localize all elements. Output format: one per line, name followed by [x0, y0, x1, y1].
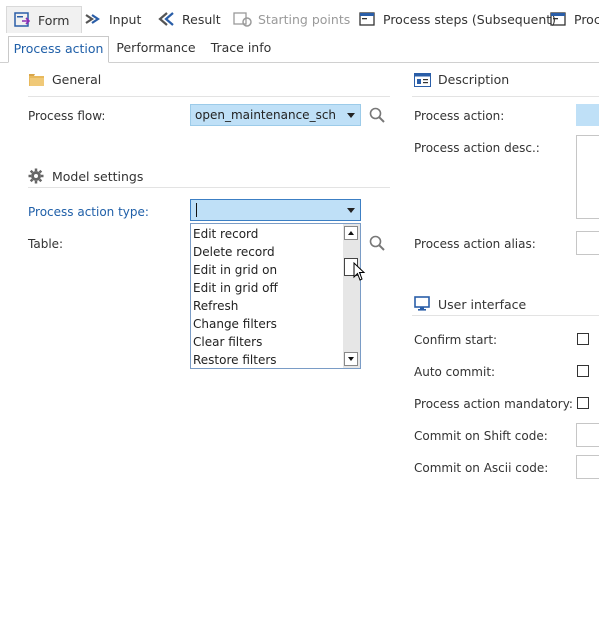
- subtab-performance[interactable]: Performance: [115, 36, 197, 62]
- search-icon[interactable]: [369, 107, 385, 123]
- result-arrow-icon: [157, 11, 177, 27]
- chevron-down-icon: [347, 113, 355, 118]
- dropdown-scrollbar[interactable]: [343, 224, 360, 368]
- description-section-header: Description: [414, 72, 509, 87]
- arrow-down-icon: [348, 357, 354, 361]
- tab-proc[interactable]: Proc: [549, 6, 599, 32]
- search-icon[interactable]: [369, 235, 385, 251]
- tab-proc-label: Proc: [574, 11, 599, 27]
- chevron-down-icon: [347, 208, 355, 213]
- process-flow-label: Process flow:: [28, 109, 106, 123]
- model-settings-title: Model settings: [52, 168, 144, 184]
- dropdown-option[interactable]: Refresh: [193, 297, 238, 315]
- tab-input-label: Input: [109, 11, 142, 27]
- user-interface-title: User interface: [438, 296, 527, 312]
- dropdown-option[interactable]: Delete record: [193, 243, 275, 261]
- commit-ascii-label: Commit on Ascii code:: [414, 461, 549, 475]
- process-steps-icon: [358, 11, 378, 27]
- dropdown-option[interactable]: Edit record: [193, 225, 258, 243]
- process-action-type-select[interactable]: [190, 199, 361, 221]
- proc-icon: [549, 11, 569, 27]
- tab-starting-points[interactable]: Starting points: [233, 6, 350, 32]
- folder-icon: [28, 73, 48, 87]
- commit-shift-input[interactable]: [576, 423, 599, 447]
- monitor-icon: [414, 296, 434, 312]
- commit-shift-label: Commit on Shift code:: [414, 429, 548, 443]
- dropdown-option[interactable]: Clear filters: [193, 333, 262, 351]
- auto-commit-checkbox[interactable]: [577, 365, 589, 377]
- process-action-label: Process action:: [414, 109, 505, 123]
- general-title: General: [52, 72, 102, 87]
- model-settings-section-header: Model settings: [28, 168, 143, 184]
- general-divider: [28, 96, 390, 97]
- process-action-alias-input[interactable]: [576, 231, 599, 255]
- confirm-start-label: Confirm start:: [414, 333, 498, 347]
- tab-process-steps-subsequent[interactable]: Process steps (Subsequent): [358, 6, 556, 32]
- dropdown-option[interactable]: Edit in grid off: [193, 279, 278, 297]
- top-tab-bar: Form Input Result Starting points Proces…: [0, 0, 599, 38]
- scroll-down-button[interactable]: [344, 352, 358, 366]
- tab-result-label: Result: [182, 11, 221, 27]
- model-settings-divider: [28, 187, 390, 188]
- arrow-up-icon: [348, 231, 354, 235]
- starting-points-icon: [233, 11, 253, 27]
- description-divider: [412, 96, 599, 97]
- tab-process-steps-label: Process steps (Subsequent): [383, 11, 557, 27]
- scroll-up-button[interactable]: [344, 226, 358, 240]
- dropdown-option[interactable]: Change filters: [193, 315, 277, 333]
- process-flow-value: open_maintenance_sched: [195, 108, 335, 122]
- description-title: Description: [438, 72, 510, 87]
- process-action-mandatory-label: Process action mandatory:: [414, 397, 573, 411]
- commit-ascii-input[interactable]: [576, 455, 599, 479]
- subtab-process-action[interactable]: Process action: [8, 36, 109, 63]
- general-section-header: General: [28, 72, 101, 87]
- process-action-type-dropdown[interactable]: Edit record Delete record Edit in grid o…: [190, 223, 361, 369]
- process-action-alias-label: Process action alias:: [414, 237, 536, 251]
- text-cursor: [196, 203, 197, 217]
- form-icon: [13, 12, 33, 28]
- confirm-start-checkbox[interactable]: [577, 333, 589, 345]
- mouse-pointer-icon: [353, 261, 367, 282]
- id-card-icon: [414, 72, 434, 87]
- tab-starting-points-label: Starting points: [258, 11, 351, 27]
- dropdown-option[interactable]: Restore filters: [193, 351, 277, 369]
- dropdown-option[interactable]: Edit in grid on: [193, 261, 277, 279]
- process-action-mandatory-checkbox[interactable]: [577, 397, 589, 409]
- process-action-desc-input[interactable]: [576, 135, 599, 219]
- user-interface-divider: [412, 315, 599, 316]
- tab-form-label: Form: [38, 12, 70, 28]
- process-action-type-label: Process action type:: [28, 205, 149, 219]
- auto-commit-label: Auto commit:: [414, 365, 496, 379]
- tab-input[interactable]: Input: [84, 6, 141, 32]
- input-arrow-icon: [84, 11, 104, 27]
- sub-tab-bar: Process action Performance Trace info: [0, 36, 599, 63]
- gear-icon: [28, 168, 48, 184]
- process-action-desc-label: Process action desc.:: [414, 141, 540, 155]
- table-label: Table:: [28, 237, 64, 251]
- tab-result[interactable]: Result: [157, 6, 221, 32]
- user-interface-section-header: User interface: [414, 296, 526, 312]
- process-action-input[interactable]: [576, 104, 599, 126]
- subtab-trace-info[interactable]: Trace info: [207, 36, 275, 62]
- tab-form[interactable]: Form: [6, 6, 82, 33]
- process-flow-select[interactable]: open_maintenance_sched: [190, 104, 361, 126]
